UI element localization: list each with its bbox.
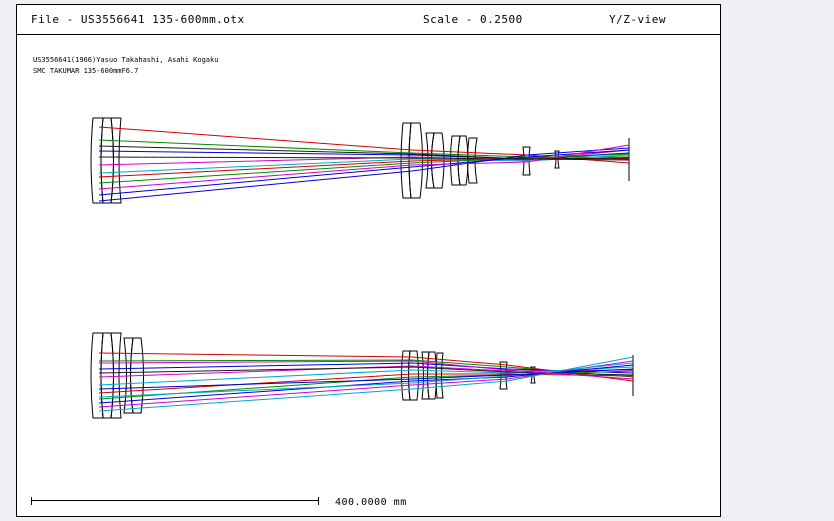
lens-element	[110, 117, 122, 204]
scale-bar	[31, 497, 319, 505]
lens-config-long	[90, 332, 634, 419]
ray-bundle-short	[98, 126, 630, 202]
lens-element	[100, 117, 114, 204]
lens-element	[100, 332, 114, 419]
ray-bundle-long	[98, 352, 634, 412]
drawing-frame: File - US3556641 135-600mm.otx Scale - 0…	[16, 4, 721, 517]
lens-element	[408, 350, 419, 401]
optical-layout	[90, 117, 634, 419]
lens-config-short	[90, 117, 630, 204]
scale-bar-label: 400.0000 mm	[335, 497, 407, 508]
